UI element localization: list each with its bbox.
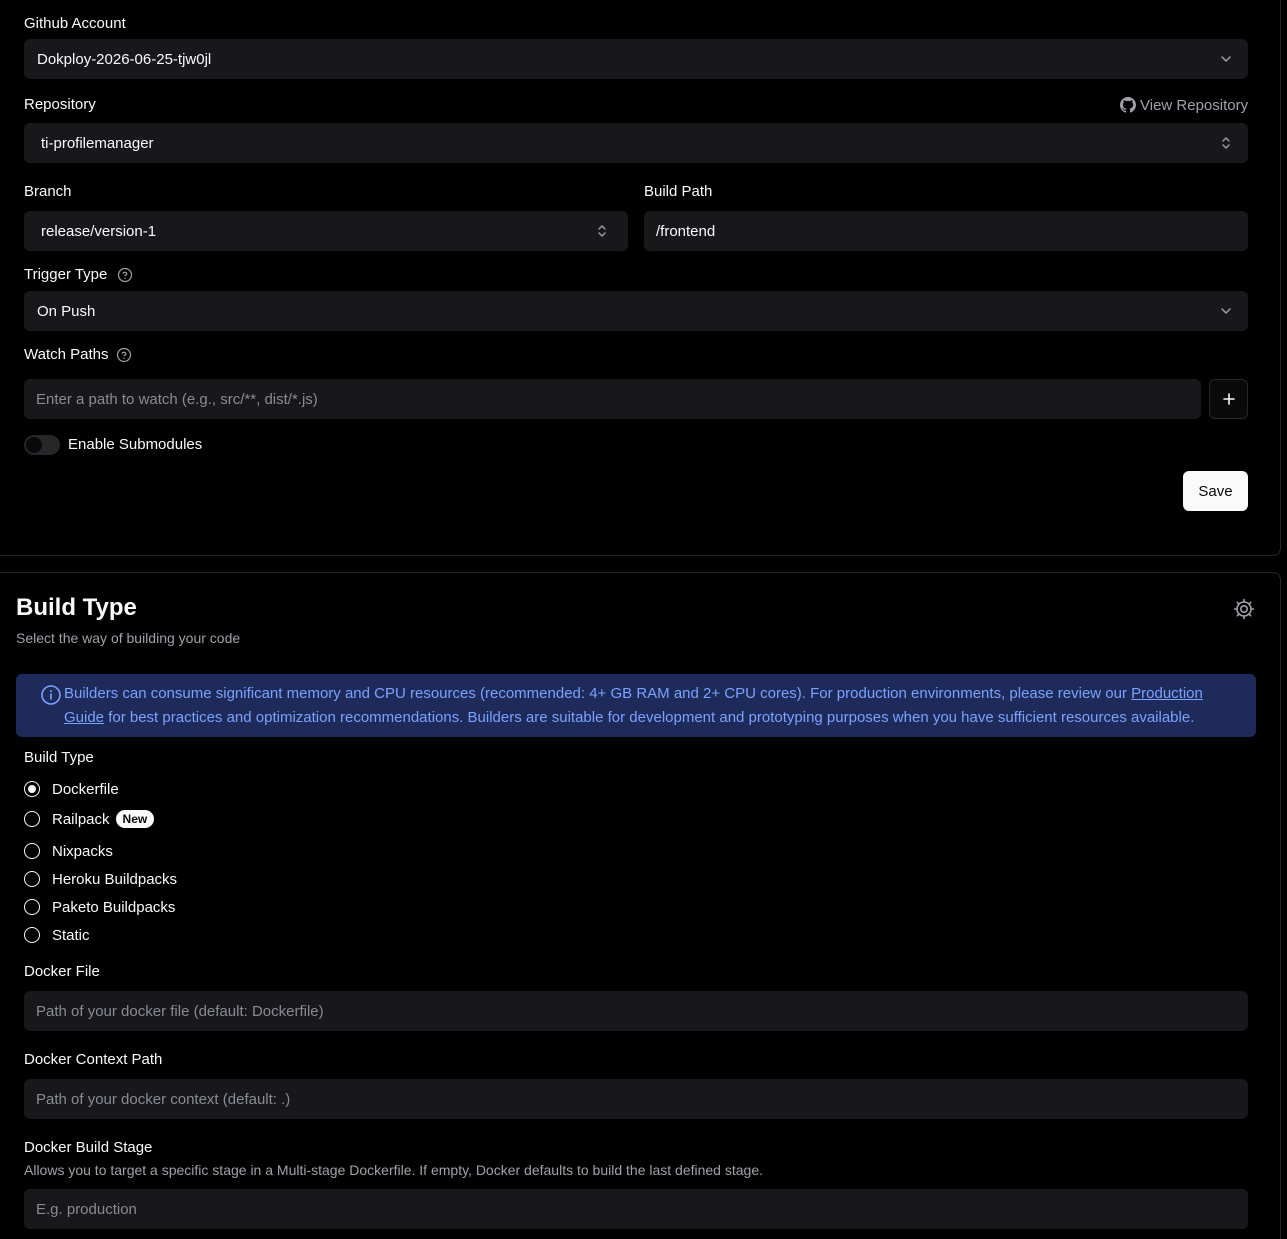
help-circle-icon[interactable] [117, 267, 133, 283]
radio-indicator [24, 843, 40, 859]
docker-file-input[interactable]: Path of your docker file (default: Docke… [24, 991, 1248, 1031]
radio-indicator [24, 927, 40, 943]
radio-label: Static [52, 926, 90, 944]
branch-select[interactable]: release/version-1 [24, 211, 628, 251]
branch-value: release/version-1 [41, 222, 157, 240]
submodules-toggle[interactable] [24, 435, 60, 455]
trigger-type-select[interactable]: On Push [24, 291, 1248, 331]
trigger-type-value: On Push [37, 302, 96, 320]
add-watch-path-button[interactable] [1209, 379, 1248, 419]
github-icon [1120, 97, 1136, 113]
radio-label: Dockerfile [52, 780, 119, 798]
build-path-label: Build Path [644, 183, 713, 200]
radio-indicator [24, 899, 40, 915]
radio-dockerfile[interactable]: Dockerfile [24, 779, 119, 799]
section-subtitle: Select the way of building your code [16, 630, 241, 646]
repository-label: Repository [24, 96, 96, 113]
trigger-type-label: Trigger Type [24, 266, 108, 283]
radio-label: Paketo Buildpacks [52, 898, 176, 916]
watch-paths-label: Watch Paths [24, 346, 109, 363]
github-account-value: Dokploy-2026-06-25-tjw0jl [37, 50, 212, 68]
radio-static[interactable]: Static [24, 925, 90, 945]
radio-label: Nixpacks [52, 842, 113, 860]
provider-card [0, 0, 1281, 556]
github-account-label: Github Account [24, 15, 126, 32]
alert-message: Builders can consume significant memory … [64, 682, 1244, 730]
plus-icon [1222, 393, 1235, 405]
new-badge: New [115, 810, 155, 828]
build-type-card [0, 572, 1281, 1239]
docker-file-placeholder: Path of your docker file (default: Docke… [36, 1002, 324, 1020]
radio-paketo-buildpacks[interactable]: Paketo Buildpacks [24, 897, 175, 917]
watch-path-input[interactable]: Enter a path to watch (e.g., src/**, dis… [24, 379, 1201, 419]
radio-indicator [24, 871, 40, 887]
alert-text-before: Builders can consume significant memory … [64, 685, 1132, 702]
repository-select[interactable]: ti-profilemanager [24, 123, 1248, 163]
submodules-label: Enable Submodules [68, 436, 203, 453]
repository-value: ti-profilemanager [41, 134, 154, 152]
build-path-input[interactable]: /frontend [644, 211, 1248, 251]
chevrons-up-down-icon [1222, 137, 1230, 149]
docker-stage-label: Docker Build Stage [24, 1139, 153, 1156]
branch-label: Branch [24, 183, 72, 200]
docker-stage-input[interactable]: E.g. production [24, 1189, 1248, 1229]
docker-stage-placeholder: E.g. production [36, 1200, 137, 1218]
docker-context-label: Docker Context Path [24, 1051, 163, 1068]
watch-path-placeholder: Enter a path to watch (e.g., src/**, dis… [36, 390, 318, 408]
toggle-knob [26, 437, 42, 453]
radio-railpack[interactable]: Railpack New [24, 809, 155, 829]
docker-file-label: Docker File [24, 963, 100, 980]
docker-stage-description: Allows you to target a specific stage in… [24, 1162, 763, 1178]
alert-text-after: for best practices and optimization reco… [104, 709, 1195, 726]
chevron-down-icon [1221, 308, 1231, 314]
docker-context-input[interactable]: Path of your docker context (default: .) [24, 1079, 1248, 1119]
chevron-down-icon [1221, 56, 1231, 62]
radio-heroku-buildpacks[interactable]: Heroku Buildpacks [24, 869, 177, 889]
build-path-value: /frontend [656, 222, 716, 240]
help-circle-icon[interactable] [116, 347, 132, 363]
resources-alert: Builders can consume significant memory … [16, 674, 1256, 737]
gear-icon[interactable] [1232, 597, 1256, 621]
save-button[interactable]: Save [1183, 471, 1248, 511]
info-icon [41, 685, 61, 705]
radio-label: Heroku Buildpacks [52, 870, 178, 888]
view-repository-label: View Repository [1140, 96, 1249, 114]
section-title: Build Type [16, 594, 137, 621]
build-type-label: Build Type [24, 749, 94, 766]
radio-label: Railpack [52, 810, 110, 828]
chevrons-up-down-icon [598, 225, 606, 237]
github-account-select[interactable]: Dokploy-2026-06-25-tjw0jl [24, 39, 1248, 79]
radio-nixpacks[interactable]: Nixpacks [24, 841, 113, 861]
view-repository-link[interactable]: View Repository [1120, 96, 1248, 114]
radio-indicator [24, 781, 40, 797]
docker-context-placeholder: Path of your docker context (default: .) [36, 1090, 291, 1108]
radio-indicator [24, 811, 40, 827]
